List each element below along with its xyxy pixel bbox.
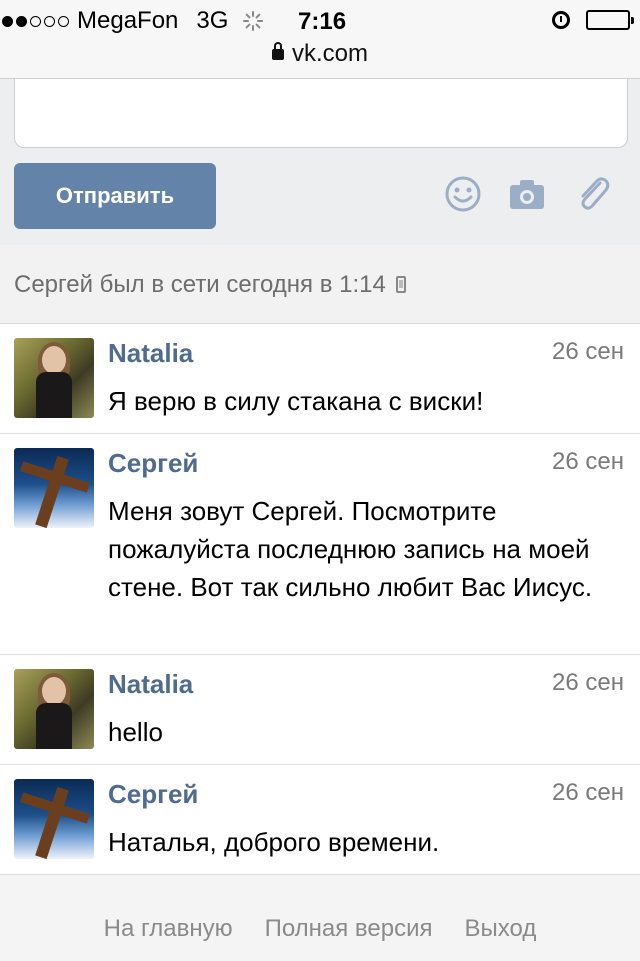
- loading-spinner-icon: [242, 10, 264, 32]
- address-bar[interactable]: vk.com: [0, 40, 640, 68]
- message-date: 26 сен: [552, 669, 624, 696]
- full-version-link[interactable]: Полная версия: [265, 915, 433, 943]
- carrier-name: MegaFon: [77, 7, 179, 34]
- message-author[interactable]: Сергей: [108, 779, 198, 810]
- message-list: Natalia 26 сен Я верю в силу стакана с в…: [0, 324, 640, 875]
- message-date: 26 сен: [552, 338, 624, 365]
- footer-links: На главную Полная версия Выход: [0, 915, 640, 943]
- message-item[interactable]: Natalia 26 сен hello: [0, 655, 640, 765]
- camera-icon[interactable]: [508, 175, 546, 213]
- alarm-icon: [552, 11, 570, 29]
- online-status-text: Сергей был в сети сегодня в 1:14: [14, 271, 406, 299]
- status-left: MegaFon 3G: [0, 6, 278, 36]
- message-item[interactable]: Natalia 26 сен Я верю в силу стакана с в…: [0, 324, 640, 434]
- message-date: 26 сен: [552, 448, 624, 475]
- online-status-bar: Сергей был в сети сегодня в 1:14: [0, 245, 640, 324]
- home-link[interactable]: На главную: [104, 915, 233, 943]
- send-button[interactable]: Отправить: [14, 163, 216, 229]
- online-status-label: Сергей был в сети сегодня в 1:14: [14, 271, 386, 298]
- status-bar: MegaFon 3G 7:16 vk.com: [0, 0, 640, 79]
- message-author[interactable]: Natalia: [108, 338, 193, 369]
- message-text: Меня зовут Сергей. Посмотрите пожалуйста…: [108, 496, 593, 602]
- message-text: Наталья, доброго времени.: [108, 827, 440, 857]
- avatar[interactable]: [14, 338, 94, 418]
- message-input[interactable]: [14, 79, 628, 148]
- avatar[interactable]: [14, 669, 94, 749]
- lock-icon: [271, 42, 284, 60]
- mobile-phone-icon: [395, 276, 406, 293]
- avatar[interactable]: [14, 448, 94, 528]
- logout-link[interactable]: Выход: [465, 915, 537, 943]
- message-text: hello: [108, 717, 163, 747]
- smile-icon[interactable]: [444, 175, 482, 213]
- status-right: [552, 10, 634, 30]
- avatar[interactable]: [14, 779, 94, 859]
- url-text: vk.com: [291, 40, 368, 67]
- footer: На главную Полная версия Выход: [0, 874, 640, 961]
- message-item[interactable]: Сергей 26 сен Меня зовут Сергей. Посмотр…: [0, 434, 640, 655]
- message-item[interactable]: Сергей 26 сен Наталья, доброго времени.: [0, 765, 640, 875]
- message-date: 26 сен: [552, 779, 624, 806]
- signal-strength-icon: [2, 15, 69, 27]
- network-type: 3G: [196, 7, 229, 34]
- battery-icon: [586, 10, 634, 30]
- message-text: Я верю в силу стакана с виски!: [108, 386, 484, 416]
- compose-area: Отправить: [0, 79, 640, 245]
- clock: 7:16: [298, 8, 347, 35]
- message-author[interactable]: Сергей: [108, 448, 198, 479]
- paperclip-icon[interactable]: [574, 175, 612, 213]
- message-author[interactable]: Natalia: [108, 669, 193, 700]
